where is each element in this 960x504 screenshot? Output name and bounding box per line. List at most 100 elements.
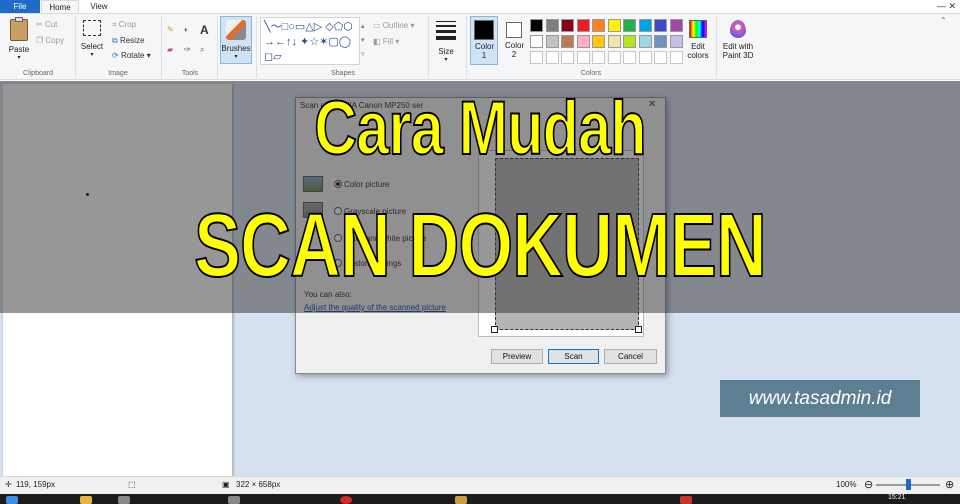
zoom-out-button[interactable]: ⊖ xyxy=(864,478,873,491)
palette-swatch[interactable] xyxy=(592,35,605,48)
color2-label: Color 2 xyxy=(505,41,525,59)
resize-label: Resize xyxy=(119,36,145,45)
palette-swatch[interactable] xyxy=(623,51,636,64)
window-controls[interactable]: — ✕ xyxy=(916,0,956,13)
outline-dropdown[interactable]: ▭ Outline ▾ xyxy=(373,21,414,30)
palette-swatch[interactable] xyxy=(623,19,636,32)
magnifier-icon[interactable]: ⌕ xyxy=(200,45,204,55)
cancel-button[interactable]: Cancel xyxy=(604,349,657,364)
palette-swatch[interactable] xyxy=(638,35,652,48)
line-width-icon xyxy=(436,21,456,40)
color2-swatch xyxy=(506,22,522,38)
crop-button[interactable]: ⌗ Crop xyxy=(112,20,136,30)
image-size: 322 × 658px xyxy=(236,480,281,489)
taskbar-app-3-icon[interactable] xyxy=(228,496,240,504)
palette-swatch[interactable] xyxy=(561,51,574,64)
palette-swatch[interactable] xyxy=(530,51,543,64)
palette-swatch[interactable] xyxy=(545,35,559,48)
rotate-icon: ⟳ xyxy=(112,51,121,60)
select-button[interactable]: Select ▾ xyxy=(80,17,104,65)
crop-handle-bottom-right[interactable] xyxy=(635,326,642,333)
outline-icon: ▭ xyxy=(373,21,383,30)
ribbon-collapse-icon[interactable]: ⌃ xyxy=(940,16,947,25)
paint3d-label: Edit with Paint 3D xyxy=(722,42,754,60)
taskbar-app-6-icon[interactable] xyxy=(680,496,692,504)
palette-swatch[interactable] xyxy=(623,35,636,48)
color1-button[interactable]: Color 1 xyxy=(470,16,498,65)
pencil-icon[interactable]: ✎ xyxy=(167,25,174,34)
color2-button[interactable]: Color 2 xyxy=(501,16,527,65)
palette-swatch[interactable] xyxy=(607,19,621,32)
fill-dropdown[interactable]: ◧ Fill ▾ xyxy=(373,37,399,46)
palette-swatch[interactable] xyxy=(669,19,683,32)
cut-label: Cut xyxy=(44,20,58,29)
zoom-in-button[interactable]: ⊕ xyxy=(945,478,954,491)
colors-group-label: Colors xyxy=(580,70,602,77)
palette-swatch[interactable] xyxy=(592,19,605,32)
palette-swatch[interactable] xyxy=(592,51,605,64)
copy-button[interactable]: ❐ Copy xyxy=(36,36,64,45)
palette-swatch[interactable] xyxy=(576,35,590,48)
taskbar-app-1-icon[interactable] xyxy=(80,496,92,504)
size-label: Size xyxy=(438,47,454,56)
start-icon[interactable] xyxy=(6,496,18,504)
image-size-icon: ▣ xyxy=(222,480,230,489)
taskbar-app-2-icon[interactable] xyxy=(118,496,130,504)
cursor-position: 119, 159px xyxy=(16,480,55,489)
select-label: Select xyxy=(80,42,104,51)
website-watermark: www.tasadmin.id xyxy=(720,380,920,417)
copy-icon: ❐ xyxy=(36,36,46,45)
palette-swatch[interactable] xyxy=(607,35,621,48)
text-tool-icon[interactable]: A xyxy=(200,23,209,37)
scissors-icon: ✂ xyxy=(36,20,45,29)
palette-swatch[interactable] xyxy=(654,35,667,48)
palette-swatch[interactable] xyxy=(654,51,667,64)
color1-label: Color 1 xyxy=(475,42,495,60)
taskbar-app-5-icon[interactable] xyxy=(455,496,467,504)
shapes-gallery[interactable]: ╲〜□○▭△▷ ◇⬠⬡→←↑↓ ✦☆✶▢◯◻▱ xyxy=(260,17,360,65)
cursor-position-icon: ✛ xyxy=(5,480,12,489)
resize-button[interactable]: ⧉ Resize xyxy=(112,36,144,46)
fill-bucket-icon[interactable]: ◐ xyxy=(184,25,189,34)
rotate-button[interactable]: ⟳ Rotate ▾ xyxy=(112,51,151,60)
preview-button[interactable]: Preview xyxy=(491,349,543,364)
color-picker-icon[interactable]: ✑ xyxy=(184,45,191,54)
palette-swatch[interactable] xyxy=(561,19,574,32)
shapes-group-label: Shapes xyxy=(331,70,355,77)
taskbar-app-4-icon[interactable] xyxy=(340,496,352,504)
palette-swatch[interactable] xyxy=(576,19,590,32)
copy-label: Copy xyxy=(45,36,65,45)
palette-swatch[interactable] xyxy=(654,19,667,32)
palette-swatch[interactable] xyxy=(638,51,652,64)
chevron-down-icon: ▾ xyxy=(17,55,21,61)
palette-swatch[interactable] xyxy=(669,35,683,48)
palette-swatch[interactable] xyxy=(561,35,574,48)
paste-label: Paste xyxy=(8,45,30,54)
outline-label: Outline ▾ xyxy=(382,21,415,30)
edit-colors-label: Edit colors xyxy=(687,42,709,60)
palette-swatch[interactable] xyxy=(669,51,683,64)
shapes-gallery-scroll[interactable]: ▴ ▾ ▿ xyxy=(361,20,365,62)
tab-view[interactable]: View xyxy=(82,0,116,13)
palette-swatch[interactable] xyxy=(607,51,621,64)
eraser-icon[interactable]: ▰ xyxy=(167,45,173,54)
edit-colors-button[interactable]: Edit colors xyxy=(683,17,713,65)
edit-with-paint3d-button[interactable]: Edit with Paint 3D xyxy=(719,17,757,65)
palette-swatch[interactable] xyxy=(576,51,590,64)
crop-handle-bottom-left[interactable] xyxy=(491,326,498,333)
zoom-slider-thumb[interactable] xyxy=(905,479,911,490)
palette-swatch[interactable] xyxy=(545,51,559,64)
palette-swatch[interactable] xyxy=(638,19,652,32)
palette-swatch[interactable] xyxy=(530,19,543,32)
palette-swatch[interactable] xyxy=(545,19,559,32)
size-button[interactable]: Size ▾ xyxy=(433,17,459,65)
rotate-label: Rotate ▾ xyxy=(120,51,151,60)
tab-home[interactable]: Home xyxy=(41,0,79,14)
paste-button[interactable]: Paste ▾ xyxy=(6,17,32,65)
tab-file[interactable]: File xyxy=(0,0,40,13)
cut-button[interactable]: ✂ Cut xyxy=(36,20,57,29)
palette-swatch[interactable] xyxy=(530,35,543,48)
scan-button[interactable]: Scan xyxy=(548,349,599,364)
chevron-down-icon: ▾ xyxy=(90,52,94,58)
brushes-button[interactable]: Brushes ▾ xyxy=(220,16,252,64)
